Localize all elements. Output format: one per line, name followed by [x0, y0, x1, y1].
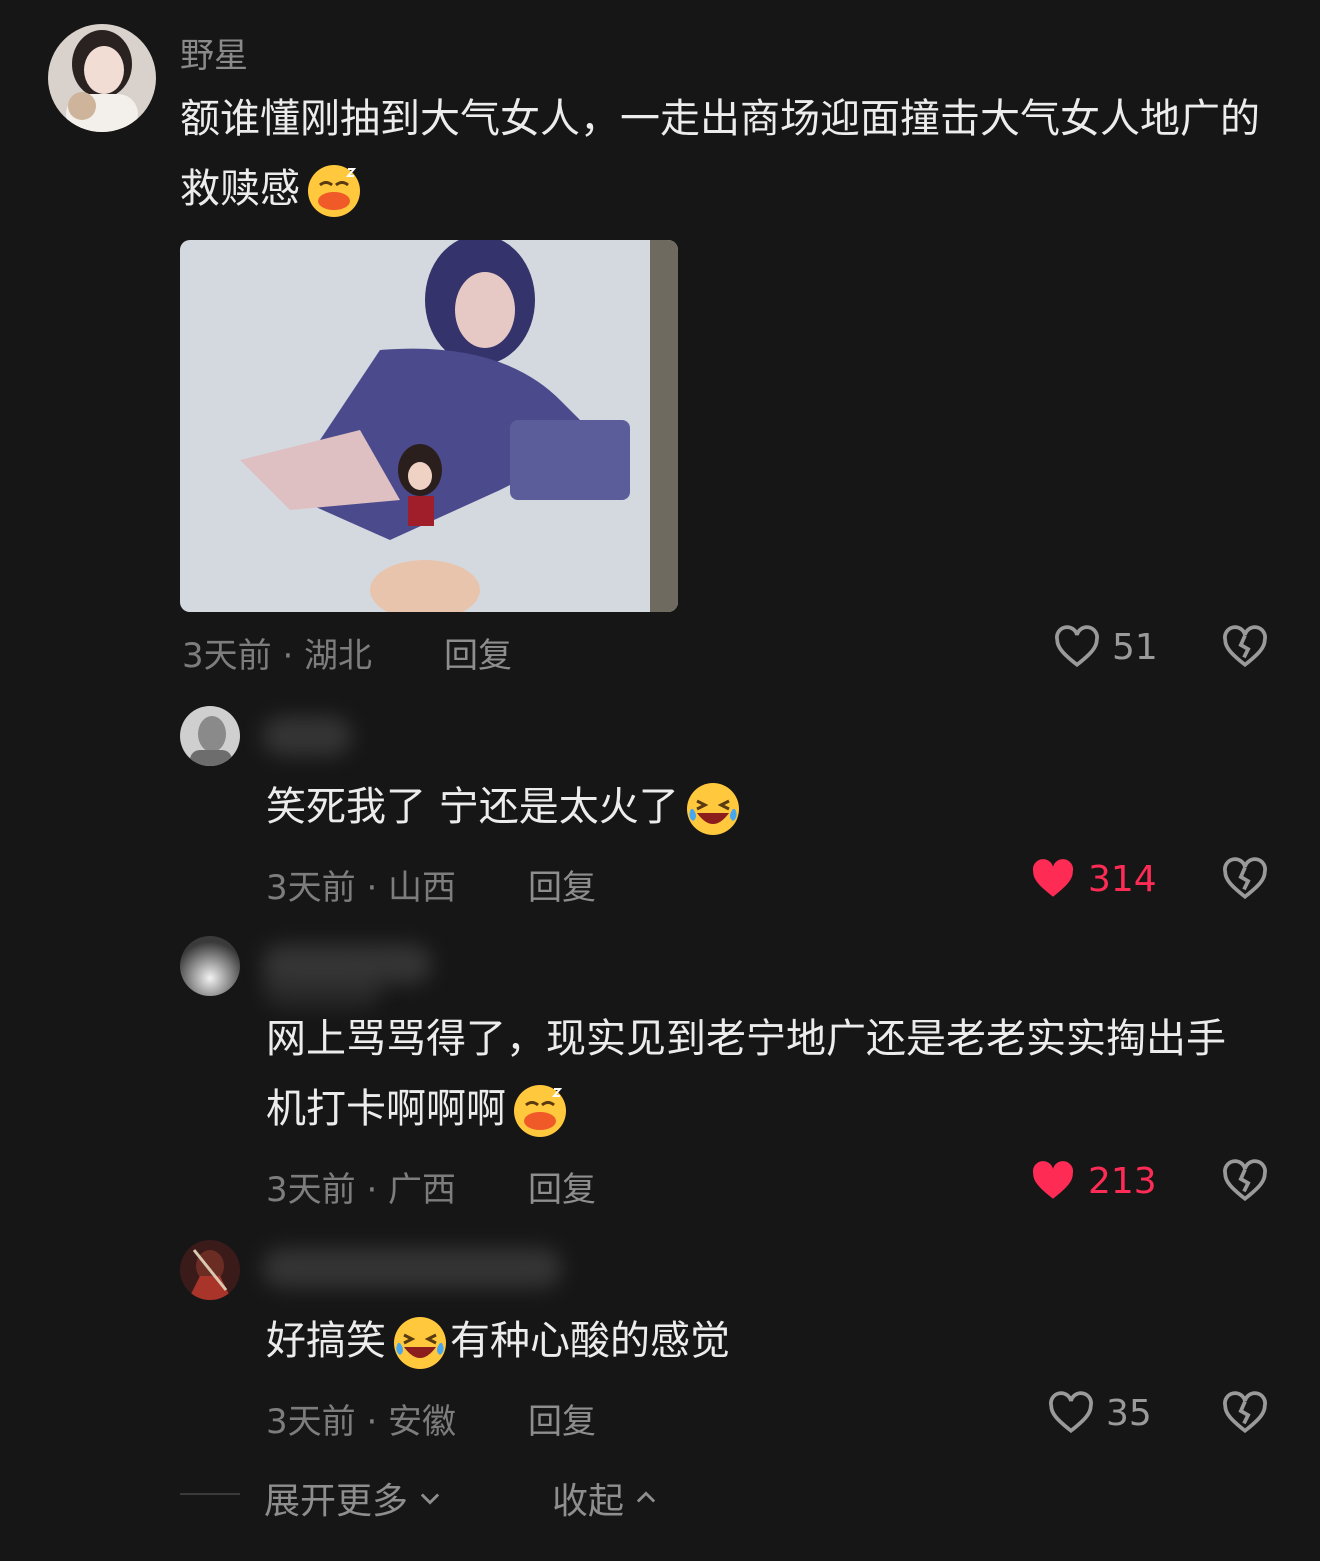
like-button[interactable]: 35	[1046, 1388, 1152, 1438]
comment-body: 好搞笑	[266, 1318, 386, 1364]
expand-more-label: 展开更多	[264, 1481, 409, 1522]
dislike-icon[interactable]	[1220, 1388, 1270, 1438]
comment-time-location: 3天前 · 安徽	[266, 1402, 457, 1442]
heart-filled-icon	[1032, 1161, 1074, 1199]
like-button[interactable]: 51	[1052, 622, 1158, 672]
like-count: 314	[1088, 858, 1157, 900]
expand-more-button[interactable]: 展开更多	[264, 1472, 444, 1524]
comment-body: 网上骂骂得了，现实见到老宁地广还是老老实实掏出手机打卡啊啊啊	[266, 1016, 1226, 1132]
chevron-up-icon	[636, 1491, 656, 1503]
sleeping-duck-emoji	[514, 1085, 566, 1137]
heart-outline-icon	[1049, 1391, 1093, 1434]
heart-filled-icon	[1032, 859, 1074, 897]
username-blurred[interactable]	[262, 1248, 562, 1288]
reply-button[interactable]: 回复	[528, 860, 596, 909]
comment-time-location: 3天前 · 湖北	[182, 636, 373, 676]
like-count: 51	[1112, 626, 1158, 668]
like-button[interactable]: 314	[1028, 854, 1157, 904]
reply-button[interactable]: 回复	[528, 1162, 596, 1211]
like-count: 213	[1088, 1160, 1157, 1202]
comment-text: 笑死我了 宁还是太火了	[266, 772, 1266, 842]
dislike-icon[interactable]	[1220, 854, 1270, 904]
comment-body-continued: 有种心酸的感觉	[450, 1318, 730, 1364]
sleeping-duck-emoji	[308, 165, 360, 217]
comment-time-location: 3天前 · 广西	[266, 1170, 457, 1210]
comment-text: 网上骂骂得了，现实见到老宁地广还是老老实实掏出手机打卡啊啊啊	[266, 1004, 1246, 1144]
collapse-button[interactable]: 收起	[552, 1472, 660, 1524]
divider	[180, 1493, 240, 1495]
chevron-down-icon	[420, 1493, 440, 1505]
dislike-icon[interactable]	[1220, 1156, 1270, 1206]
username-blurred-line	[262, 968, 382, 1008]
username[interactable]: 野星	[180, 28, 248, 77]
avatar[interactable]	[180, 1240, 240, 1300]
dislike-icon[interactable]	[1220, 622, 1270, 672]
comment-image[interactable]	[180, 240, 678, 612]
avatar[interactable]	[48, 24, 156, 132]
collapse-label: 收起	[552, 1481, 625, 1522]
comment-text: 好搞笑 有种心酸的感觉	[266, 1306, 1246, 1376]
reply-button[interactable]: 回复	[528, 1394, 596, 1443]
reply-button[interactable]: 回复	[444, 628, 512, 677]
avatar[interactable]	[180, 936, 240, 996]
like-count: 35	[1106, 1392, 1152, 1434]
comment-time-location: 3天前 · 山西	[266, 868, 457, 908]
comment-body: 笑死我了 宁还是太火了	[266, 784, 679, 830]
like-button[interactable]: 213	[1028, 1156, 1157, 1206]
username-blurred[interactable]	[262, 716, 352, 756]
heart-outline-icon	[1055, 625, 1099, 668]
crying-laughing-emoji	[394, 1317, 446, 1369]
crying-laughing-emoji	[686, 783, 739, 835]
avatar[interactable]	[180, 706, 240, 766]
comment-text: 额谁懂刚抽到大气女人，一走出商场迎面撞击大气女人地广的救赎感	[180, 84, 1260, 224]
